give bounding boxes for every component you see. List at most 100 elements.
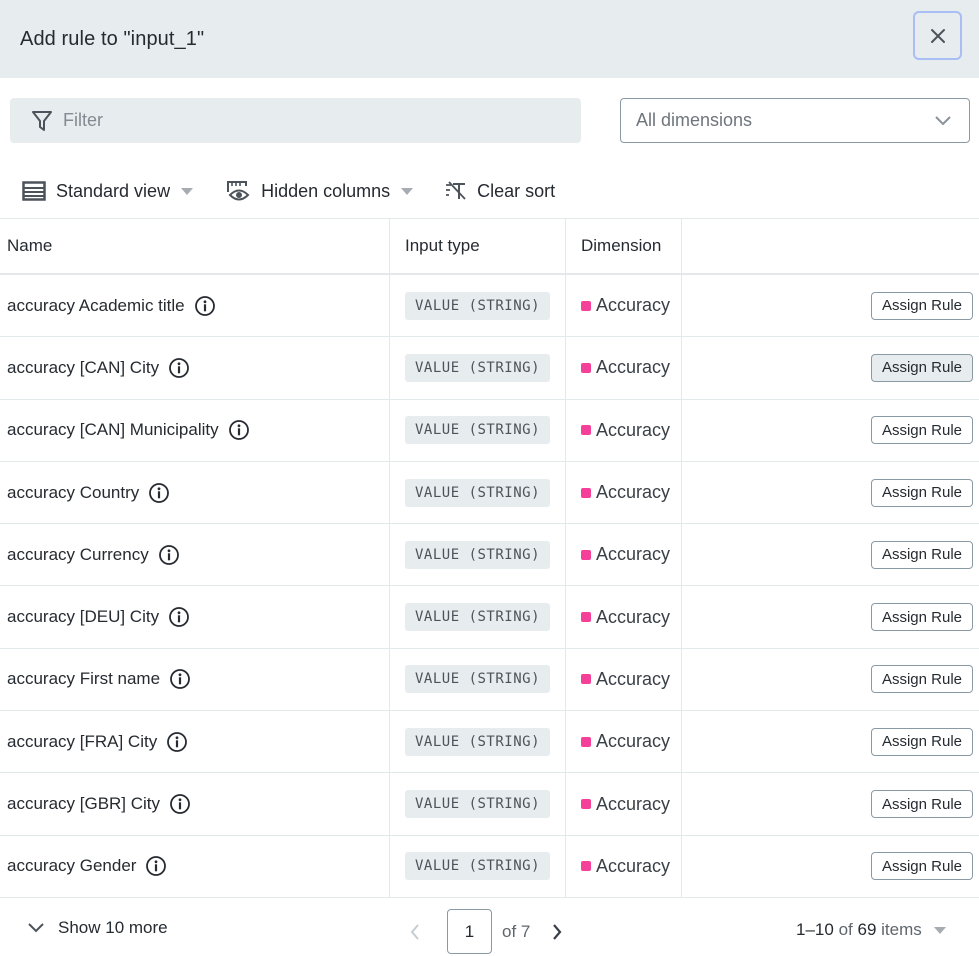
input-type-cell: VALUE (STRING) [390, 337, 566, 399]
dialog-title: Add rule to "input_1" [20, 27, 205, 50]
filter-field[interactable] [10, 98, 581, 143]
info-icon[interactable] [148, 482, 170, 504]
chevron-right-icon [553, 923, 562, 940]
input-type-cell: VALUE (STRING) [390, 461, 566, 524]
info-icon[interactable] [228, 419, 250, 441]
items-label: items [881, 920, 922, 939]
assign-rule-button[interactable]: Assign Rule [870, 353, 973, 382]
rule-name: accuracy Academic title [7, 295, 185, 315]
next-page-button[interactable] [552, 923, 562, 940]
info-icon[interactable] [169, 668, 191, 690]
name-cell: accuracy [CAN] Municipality [0, 399, 390, 461]
input-type-badge: VALUE (STRING) [405, 540, 551, 569]
table-row[interactable]: accuracy [FRA] City VALUE (STRING) Accurac… [0, 711, 979, 774]
hidden-columns-dropdown[interactable]: Hidden columns [225, 180, 414, 202]
clear-sort-icon [445, 181, 467, 201]
dimension-label: Accuracy [596, 606, 671, 627]
table-row[interactable]: accuracy Country VALUE (STRING) Accuracy As… [0, 461, 979, 525]
rule-name: accuracy [GBR] City [7, 794, 161, 814]
dimension-cell: Accuracy [566, 337, 682, 399]
column-header-dimension[interactable]: Dimension [566, 219, 682, 273]
assign-rule-button[interactable]: Assign Rule [870, 603, 973, 632]
dimension-label: Accuracy [596, 482, 671, 503]
dimension-label: Accuracy [596, 855, 671, 876]
table-row[interactable]: accuracy First name VALUE (STRING) Accurac… [0, 648, 979, 712]
rules-table: Name Input type Dimension accuracy Acade… [0, 218, 979, 898]
assign-rule-button[interactable]: Assign Rule [870, 852, 973, 881]
items-range: 1–10 [796, 920, 834, 939]
dimension-cell: Accuracy [566, 711, 682, 773]
dimension-color-swatch [581, 612, 591, 623]
input-type-cell: VALUE (STRING) [390, 648, 566, 711]
table-row[interactable]: accuracy Academic title VALUE (STRING) Acc… [0, 275, 979, 338]
info-icon[interactable] [169, 793, 191, 815]
close-icon [930, 28, 945, 43]
dimension-color-swatch [581, 300, 591, 311]
items-per-page-dropdown[interactable]: 1–10 of 69 items [796, 920, 946, 940]
input-type-badge: VALUE (STRING) [405, 727, 551, 756]
dimension-cell: Accuracy [566, 648, 682, 711]
table-row[interactable]: accuracy Currency VALUE (STRING) Accuracy A… [0, 524, 979, 587]
show-more-button[interactable]: Show 10 more [28, 918, 168, 938]
action-cell: Assign Rule [682, 524, 979, 585]
dimension-cell: Accuracy [566, 773, 682, 835]
column-header-input-type[interactable]: Input type [390, 219, 566, 273]
previous-page-button[interactable] [405, 923, 425, 940]
assign-rule-button[interactable]: Assign Rule [870, 665, 973, 694]
info-icon[interactable] [145, 855, 167, 877]
dimension-color-swatch [581, 362, 591, 373]
dimension-label: Accuracy [596, 419, 671, 440]
clear-sort-button[interactable]: Clear sort [445, 181, 555, 202]
assign-rule-button[interactable]: Assign Rule [870, 416, 973, 445]
page-number-input[interactable] [447, 909, 492, 954]
dimension-color-swatch [581, 799, 591, 810]
dimension-label: Accuracy [596, 295, 671, 316]
caret-down-icon [401, 187, 414, 195]
items-total: 69 [857, 920, 877, 939]
caret-down-icon [181, 187, 194, 195]
info-icon[interactable] [168, 357, 190, 379]
input-type-cell: VALUE (STRING) [390, 399, 566, 461]
info-icon[interactable] [168, 606, 190, 628]
close-button[interactable] [913, 11, 962, 60]
input-type-badge: VALUE (STRING) [405, 852, 551, 881]
dimension-cell: Accuracy [566, 524, 682, 586]
table-row[interactable]: accuracy Gender VALUE (STRING) Accuracy Ass… [0, 835, 979, 898]
assign-rule-button[interactable]: Assign Rule [870, 790, 973, 819]
filter-input[interactable] [63, 110, 543, 131]
name-cell: accuracy Currency [0, 524, 390, 586]
assign-rule-button[interactable]: Assign Rule [870, 478, 973, 507]
assign-rule-button[interactable]: Assign Rule [870, 291, 973, 320]
table-toolbar: Standard view Hidden columns Clear sort [22, 172, 587, 210]
input-type-cell: VALUE (STRING) [390, 835, 566, 897]
rule-name: accuracy [DEU] City [7, 607, 160, 627]
filter-icon [31, 109, 53, 133]
table-row[interactable]: accuracy [GBR] City VALUE (STRING) Accurac… [0, 773, 979, 836]
input-type-badge: VALUE (STRING) [405, 353, 551, 382]
show-more-label: Show 10 more [58, 918, 168, 937]
dimension-color-swatch [581, 861, 591, 872]
dimension-label: Accuracy [596, 544, 671, 565]
table-row[interactable]: accuracy [CAN] City VALUE (STRING) Accurac… [0, 337, 979, 400]
action-cell: Assign Rule [682, 586, 979, 647]
dimension-select[interactable]: All dimensions [620, 98, 970, 143]
info-icon[interactable] [158, 544, 180, 566]
input-type-badge: VALUE (STRING) [405, 665, 551, 694]
dimension-color-swatch [581, 549, 591, 560]
input-type-cell: VALUE (STRING) [390, 524, 566, 586]
input-type-badge: VALUE (STRING) [405, 416, 551, 445]
table-footer: Show 10 more of 7 1–10 of 69 items [0, 900, 979, 956]
assign-rule-button[interactable]: Assign Rule [870, 727, 973, 756]
column-header-name[interactable]: Name [0, 219, 390, 273]
action-cell: Assign Rule [682, 400, 979, 461]
dimension-cell: Accuracy [566, 275, 682, 337]
name-cell: accuracy [GBR] City [0, 773, 390, 835]
info-icon[interactable] [166, 731, 188, 753]
standard-view-dropdown[interactable]: Standard view [22, 181, 194, 202]
hidden-columns-label: Hidden columns [261, 180, 391, 201]
table-row[interactable]: accuracy [CAN] Municipality VALUE (STRING… [0, 399, 979, 462]
info-icon[interactable] [194, 295, 216, 317]
table-row[interactable]: accuracy [DEU] City VALUE (STRING) Accurac… [0, 586, 979, 649]
assign-rule-button[interactable]: Assign Rule [870, 540, 973, 569]
input-type-cell: VALUE (STRING) [390, 275, 566, 337]
